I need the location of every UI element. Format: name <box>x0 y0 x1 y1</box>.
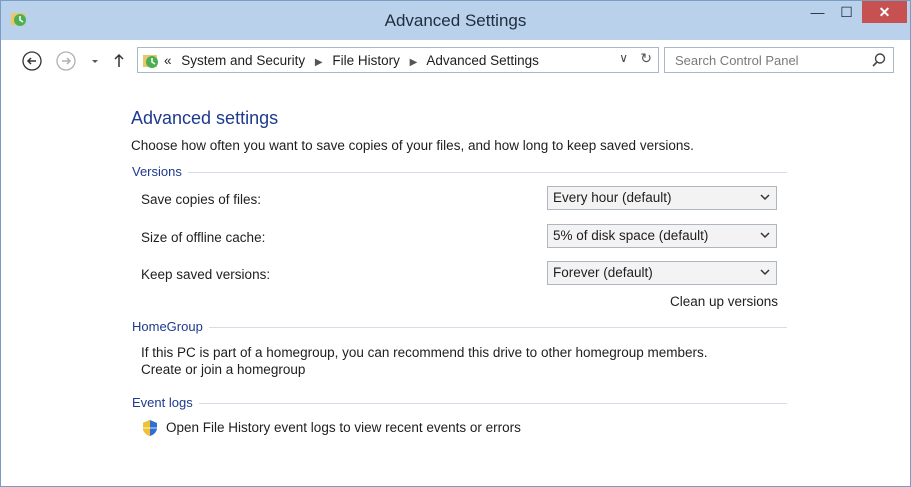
section-label-homegroup: HomeGroup <box>132 319 209 334</box>
window: Advanced Settings — ☐ ✕ « System and Sec… <box>0 0 911 487</box>
breadcrumb-separator-icon[interactable]: ▶ <box>315 57 323 68</box>
save-copies-label: Save copies of files: <box>141 192 262 207</box>
section-label-versions: Versions <box>132 164 188 179</box>
refresh-icon[interactable]: ↻ <box>640 50 652 67</box>
title-bar[interactable]: Advanced Settings — ☐ ✕ <box>1 1 910 40</box>
address-bar[interactable]: « System and Security ▶ File History ▶ A… <box>137 47 659 73</box>
event-logs-link[interactable]: Open File History event logs to view rec… <box>166 420 521 435</box>
recent-locations-dropdown-icon[interactable] <box>89 50 101 72</box>
page-title: Advanced settings <box>131 108 279 128</box>
section-divider <box>132 403 787 404</box>
window-title: Advanced Settings <box>384 11 527 30</box>
forward-arrow-icon[interactable] <box>55 50 77 72</box>
up-arrow-icon[interactable] <box>111 50 127 72</box>
chevron-down-icon[interactable]: ∨ <box>619 51 628 65</box>
save-copies-value: Every hour (default) <box>553 190 672 205</box>
close-button[interactable]: ✕ <box>862 1 907 23</box>
section-divider <box>132 327 787 328</box>
chevron-down-icon <box>760 269 770 276</box>
shield-icon <box>143 420 157 436</box>
section-divider <box>132 172 787 173</box>
keep-versions-select[interactable]: Forever (default) <box>547 261 777 285</box>
offline-cache-select[interactable]: 5% of disk space (default) <box>547 224 777 248</box>
save-copies-select[interactable]: Every hour (default) <box>547 186 777 210</box>
file-history-icon <box>143 55 158 68</box>
minimize-button[interactable]: — <box>804 1 831 23</box>
maximize-button[interactable]: ☐ <box>833 1 860 23</box>
navigation-bar: « System and Security ▶ File History ▶ A… <box>9 46 902 76</box>
back-arrow-icon[interactable] <box>21 50 43 72</box>
breadcrumb-file-history[interactable]: File History <box>332 53 400 68</box>
section-label-event-logs: Event logs <box>132 395 199 410</box>
keep-versions-label: Keep saved versions: <box>141 267 271 282</box>
search-input[interactable]: Search Control Panel <box>664 47 894 73</box>
breadcrumb-overflow[interactable]: « <box>164 53 172 68</box>
chevron-down-icon <box>760 232 770 239</box>
chevron-down-icon <box>760 194 770 201</box>
breadcrumb: « System and Security ▶ File History ▶ A… <box>164 53 545 68</box>
breadcrumb-separator-icon[interactable]: ▶ <box>410 57 418 68</box>
page-description: Choose how often you want to save copies… <box>131 138 694 153</box>
breadcrumb-system-and-security[interactable]: System and Security <box>181 53 305 68</box>
breadcrumb-advanced-settings[interactable]: Advanced Settings <box>426 53 539 68</box>
search-icon[interactable] <box>871 52 887 68</box>
search-placeholder: Search Control Panel <box>675 53 799 68</box>
keep-versions-value: Forever (default) <box>553 265 653 280</box>
homegroup-description: If this PC is part of a homegroup, you c… <box>141 345 708 360</box>
offline-cache-value: 5% of disk space (default) <box>553 228 709 243</box>
clean-up-versions-link[interactable]: Clean up versions <box>670 294 778 309</box>
create-homegroup-link[interactable]: Create or join a homegroup <box>141 362 305 377</box>
offline-cache-label: Size of offline cache: <box>141 230 266 245</box>
